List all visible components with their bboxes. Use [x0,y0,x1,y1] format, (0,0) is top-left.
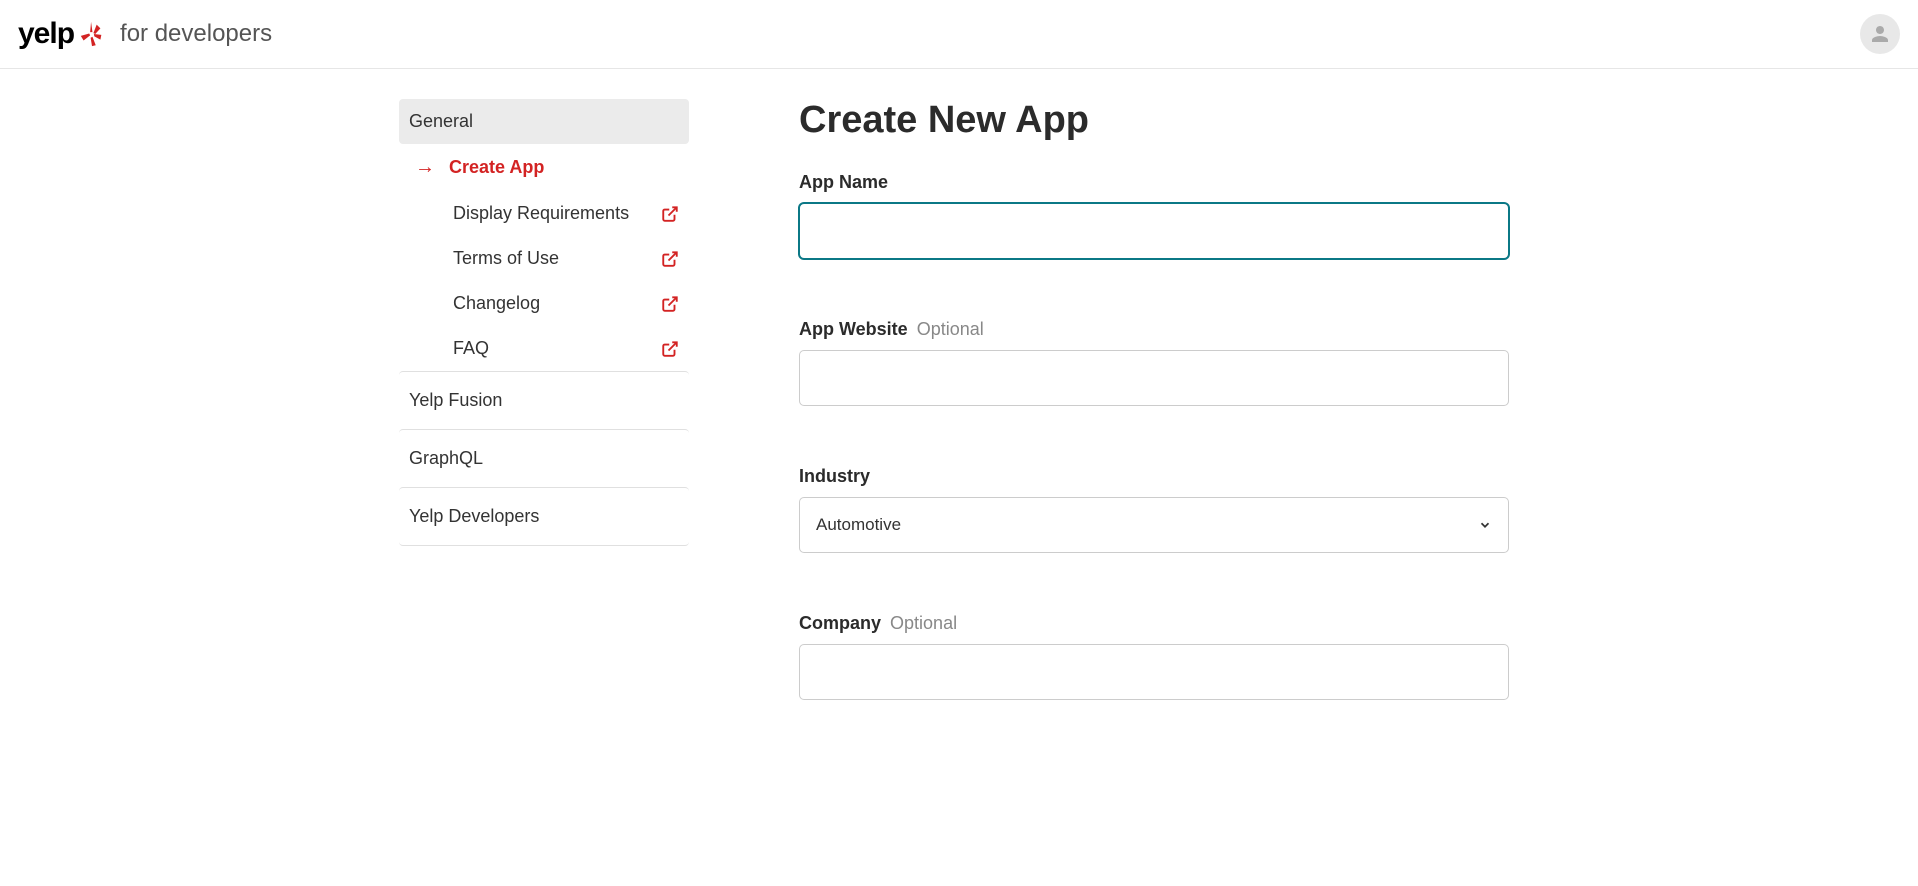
industry-selected-value: Automotive [816,515,901,535]
header-subtitle: for developers [120,20,272,48]
sidebar-item-label: Create App [449,157,544,178]
external-link-icon [661,295,679,313]
sidebar: General → Create App Display Requirement… [399,99,689,760]
sidebar-item-label: Terms of Use [453,248,559,269]
sidebar-item-display-requirements[interactable]: Display Requirements [399,191,689,236]
sidebar-section-label: Yelp Fusion [409,390,502,410]
label-text: App Website [799,319,908,339]
external-link-icon [661,205,679,223]
app-name-input[interactable] [799,203,1509,259]
sidebar-section-yelp-fusion[interactable]: Yelp Fusion [399,371,689,429]
form-group-company: Company Optional [799,613,1619,700]
app-website-input[interactable] [799,350,1509,406]
external-link-icon [661,340,679,358]
sidebar-section-label: General [409,111,473,131]
app-name-label: App Name [799,172,1619,193]
sidebar-section-label: Yelp Developers [409,506,539,526]
company-label: Company Optional [799,613,1619,634]
logo-text: yelp [18,17,74,51]
optional-text: Optional [890,613,957,633]
page-title: Create New App [799,99,1619,142]
company-input[interactable] [799,644,1509,700]
arrow-right-icon: → [415,156,435,179]
yelp-burst-icon [78,20,106,48]
header: yelp for developers [0,0,1918,69]
chevron-down-icon [1478,518,1492,532]
sidebar-section-label: GraphQL [409,448,483,468]
sidebar-item-changelog[interactable]: Changelog [399,281,689,326]
sidebar-section-general[interactable]: General [399,99,689,144]
form-group-app-website: App Website Optional [799,319,1619,406]
sidebar-item-label: Changelog [453,293,540,314]
sidebar-item-faq[interactable]: FAQ [399,326,689,371]
industry-select[interactable]: Automotive [799,497,1509,553]
main-container: General → Create App Display Requirement… [259,69,1659,760]
main-content: Create New App App Name App Website Opti… [689,99,1659,760]
app-website-label: App Website Optional [799,319,1619,340]
form-group-industry: Industry Automotive [799,466,1619,553]
form-group-app-name: App Name [799,172,1619,259]
sidebar-item-label: Display Requirements [453,203,629,224]
sidebar-item-label: FAQ [453,338,489,359]
label-text: Company [799,613,881,633]
user-icon [1868,22,1892,46]
yelp-logo[interactable]: yelp [18,17,106,51]
sidebar-item-terms-of-use[interactable]: Terms of Use [399,236,689,281]
sidebar-item-create-app[interactable]: → Create App [399,144,689,191]
header-left: yelp for developers [18,17,272,51]
external-link-icon [661,250,679,268]
industry-label: Industry [799,466,1619,487]
sidebar-section-graphql[interactable]: GraphQL [399,429,689,487]
optional-text: Optional [917,319,984,339]
avatar[interactable] [1860,14,1900,54]
sidebar-section-yelp-developers[interactable]: Yelp Developers [399,487,689,546]
